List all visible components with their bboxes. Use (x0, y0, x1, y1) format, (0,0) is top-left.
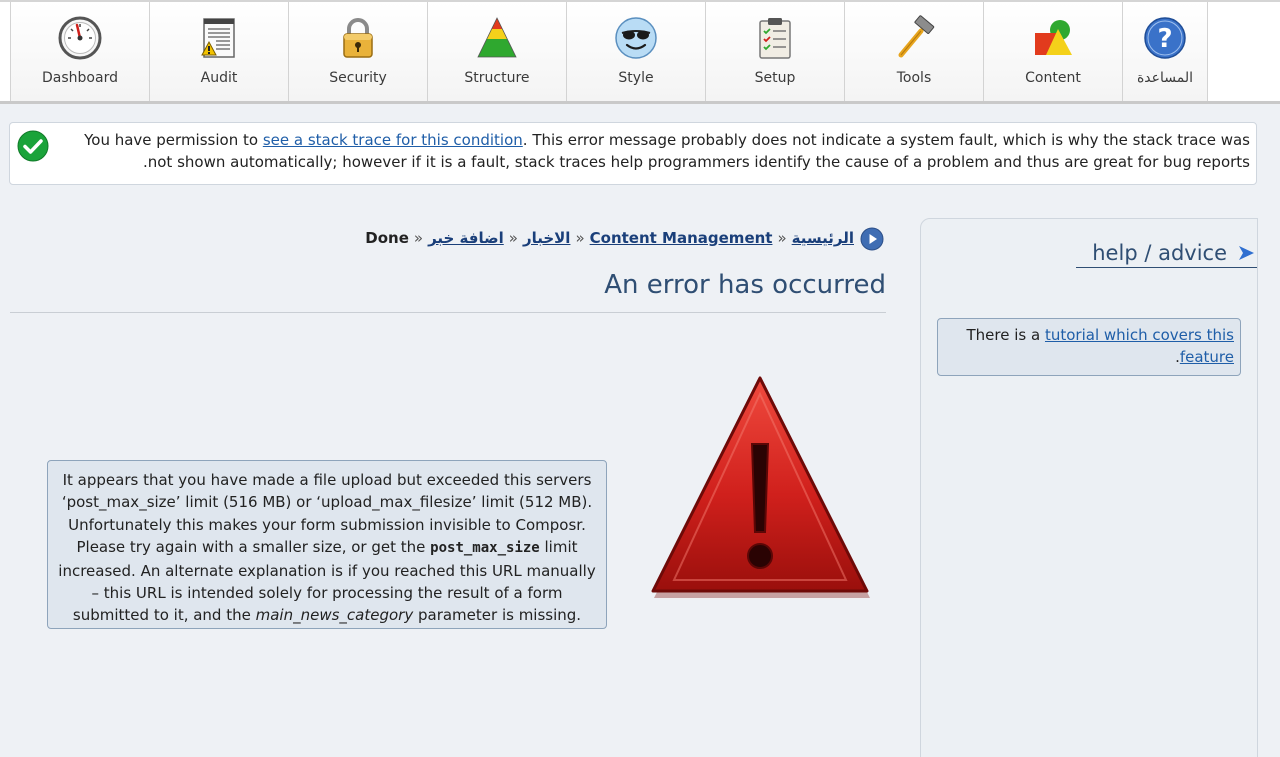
toolbar-item-style[interactable]: Style (566, 2, 705, 101)
help-advice-heading[interactable]: help / advice (1076, 238, 1257, 268)
breadcrumb-separator: « (413, 229, 424, 247)
toolbar-label: Audit (200, 70, 238, 86)
arrow-right-icon (1239, 245, 1254, 260)
audit-report-icon (201, 18, 235, 58)
tutorial-link[interactable]: tutorial which covers this feature (1045, 326, 1234, 366)
side-panel: help / advice There is a tutorial which … (920, 218, 1258, 757)
checkmark-icon (17, 130, 49, 162)
breadcrumb-content-management[interactable]: Content Management (590, 229, 773, 247)
breadcrumb: الرئيسية«Content Management«الاخبار«اضاف… (300, 226, 884, 252)
help-question-icon: ? (1144, 17, 1186, 59)
breadcrumb-news[interactable]: الاخبار (523, 229, 571, 247)
gauge-icon (58, 16, 102, 60)
toolbar-item-tools[interactable]: Tools (844, 2, 983, 101)
clipboard-checklist-icon (759, 18, 791, 59)
triangle-structure-icon (477, 17, 517, 58)
error-param-name: main_news_category (255, 606, 414, 625)
toolbar-label: Setup (754, 70, 796, 86)
play-arrow-icon (860, 227, 884, 250)
toolbar-item-content[interactable]: Content (983, 2, 1122, 101)
toolbar-item-setup[interactable]: Setup (705, 2, 844, 101)
toolbar-item-security[interactable]: Security (288, 2, 427, 101)
error-code-term: post_max_size (430, 540, 540, 557)
breadcrumb-add-news[interactable]: اضافة خبر (428, 229, 504, 247)
hammer-icon (898, 15, 935, 58)
toolbar-label: المساعدة (1136, 70, 1194, 86)
svg-text:?: ? (1157, 24, 1172, 54)
tutorial-prefix: There is a (966, 326, 1045, 344)
toolbar-item-structure[interactable]: Structure (427, 2, 566, 101)
toolbar-label: Style (618, 70, 654, 86)
toolbar-label: Structure (464, 70, 530, 86)
breadcrumb-separator: « (508, 229, 518, 247)
padlock-icon (343, 18, 373, 58)
tutorial-box: There is a tutorial which covers this fe… (937, 318, 1241, 376)
breadcrumb-separator: « (777, 229, 787, 247)
notice-text: You have permission to see a stack trace… (60, 129, 1250, 173)
notice-prefix: You have permission to (84, 131, 263, 149)
breadcrumb-home[interactable]: الرئيسية (792, 229, 854, 247)
warning-triangle-icon (651, 376, 870, 598)
shapes-icon (1035, 20, 1072, 55)
toolbar-label: Content (1025, 70, 1081, 86)
toolbar-label: Security (329, 70, 387, 86)
toolbar-label: Dashboard (42, 70, 118, 86)
error-message-box: It appears that you have made a file upl… (47, 460, 607, 629)
breadcrumb-separator: « (575, 229, 585, 247)
toolbar-item-help[interactable]: ? المساعدة (1122, 2, 1208, 101)
breadcrumb-current: Done (365, 229, 409, 247)
error-text-part: parameter is missing. (413, 606, 582, 625)
toolbar-label: Tools (896, 70, 932, 86)
toolbar-item-audit[interactable]: Audit (149, 2, 288, 101)
permission-notice: You have permission to see a stack trace… (9, 122, 1257, 185)
smiley-sunglasses-icon (615, 17, 657, 59)
page-title: An error has occurred (10, 270, 886, 313)
stack-trace-link[interactable]: see a stack trace for this condition (263, 131, 523, 149)
toolbar-item-dashboard[interactable]: Dashboard (10, 2, 149, 101)
help-advice-title: help / advice (1092, 240, 1227, 265)
top-toolbar: Dashboard Audit Security Structure Style… (0, 0, 1280, 104)
